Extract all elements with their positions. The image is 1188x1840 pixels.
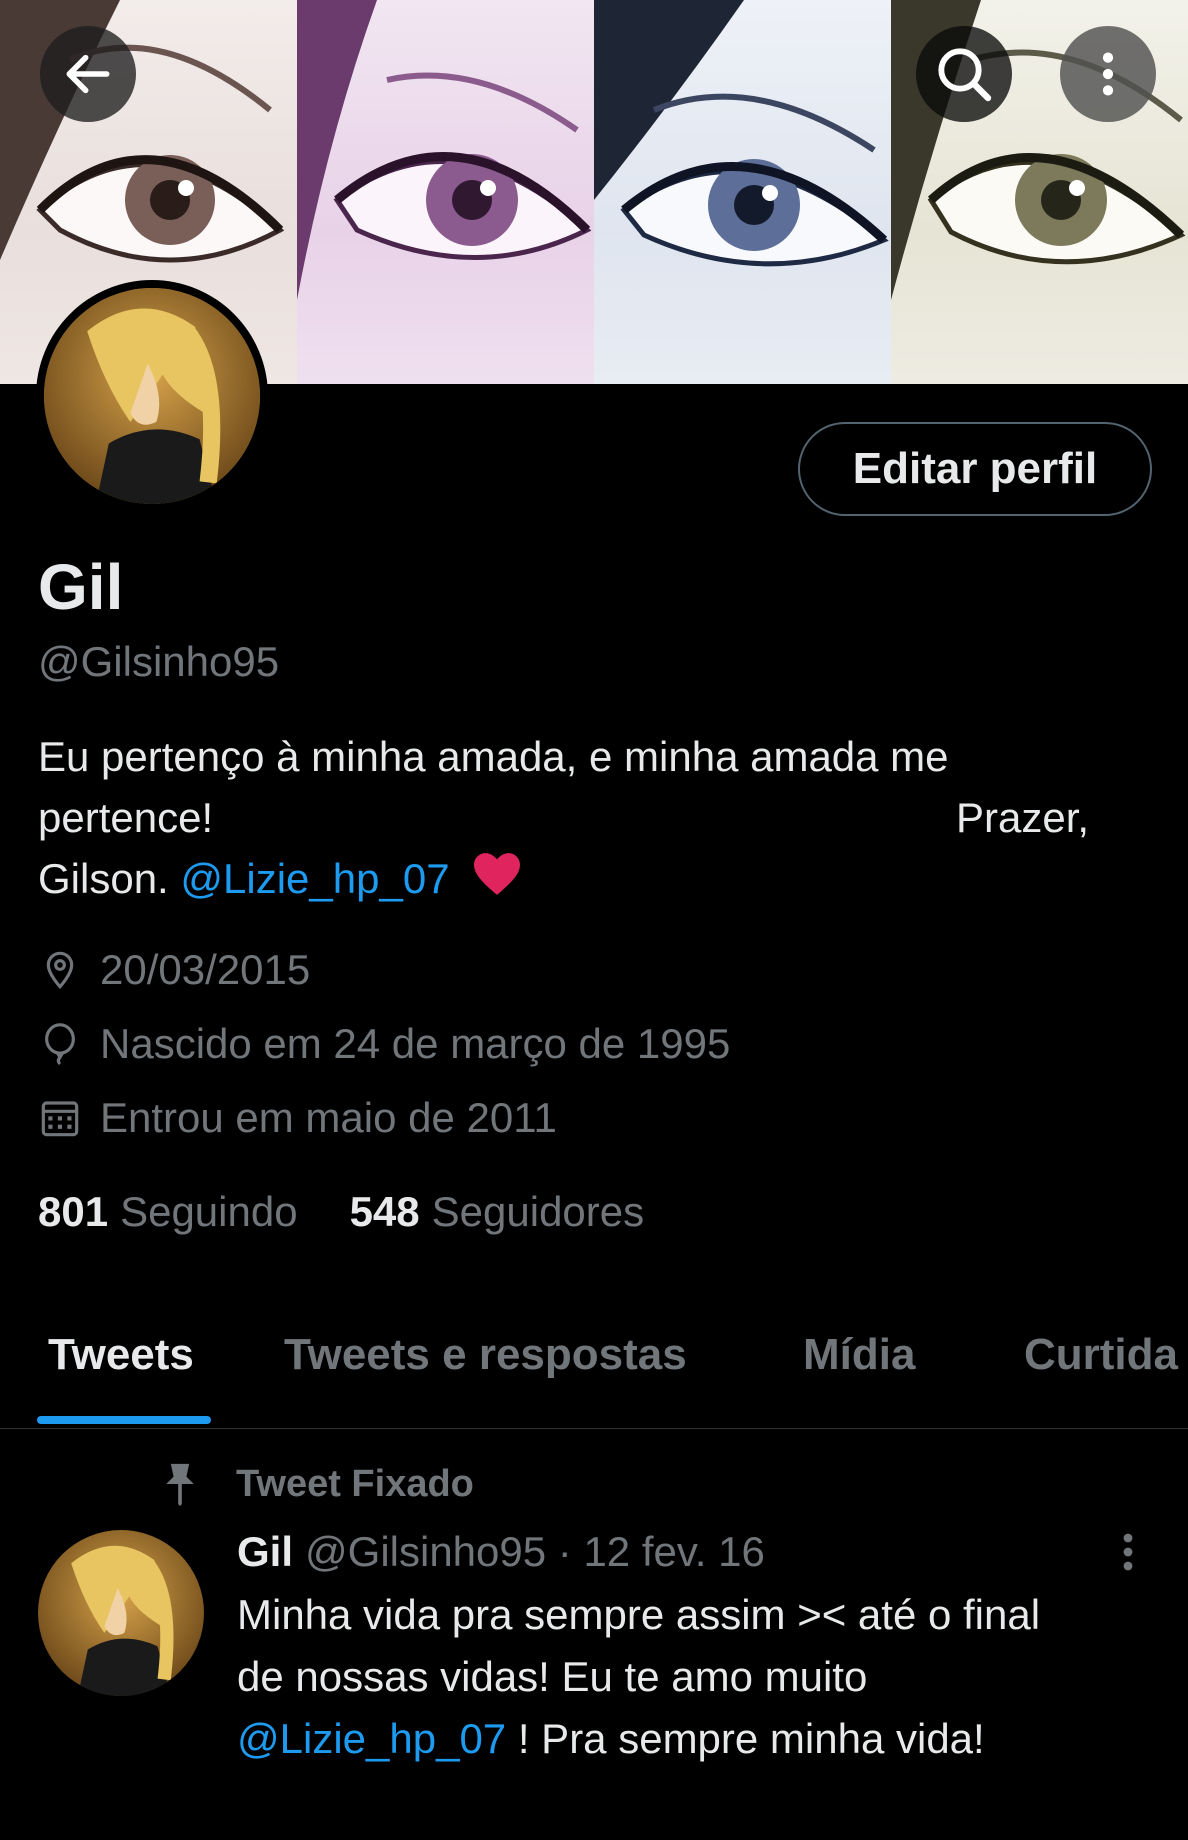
more-vertical-icon: [1102, 52, 1114, 96]
tweet-date[interactable]: 12 fev. 16: [583, 1528, 764, 1575]
tweet-more-button[interactable]: [1116, 1528, 1140, 1576]
tweet-mention-link[interactable]: @Lizie_hp_07: [237, 1715, 506, 1762]
profile-avatar[interactable]: [36, 280, 268, 512]
bio-text: Gilson.: [38, 855, 169, 902]
pinned-label-row: Tweet Fixado: [158, 1460, 474, 1508]
avatar-image: [44, 288, 260, 504]
arrow-left-icon: [66, 54, 110, 94]
following-link[interactable]: 801 Seguindo: [38, 1188, 298, 1236]
balloon-icon: [38, 1022, 82, 1066]
tweet-line-1: Minha vida pra sempre assim >< até o fin…: [237, 1591, 1041, 1638]
active-tab-indicator: [37, 1416, 211, 1424]
following-count: 801: [38, 1188, 109, 1235]
calendar-icon: [38, 1096, 82, 1140]
location-pin-icon: [38, 948, 82, 992]
heart-icon: [471, 851, 523, 913]
profile-tabs: Tweets Tweets e respostas Mídia Curtida: [0, 1300, 1188, 1429]
tweet-header: Gil @Gilsinho95 · 12 fev. 16: [237, 1528, 765, 1576]
tweet-line-3-text: ! Pra sempre minha vida!: [506, 1715, 985, 1762]
tweet-line-2: de nossas vidas! Eu te amo muito: [237, 1653, 868, 1700]
birthday-row: Nascido em 24 de março de 1995: [38, 1020, 730, 1068]
banner-panel-eye-blue: [594, 0, 891, 384]
birthday-text: Nascido em 24 de março de 1995: [100, 1020, 731, 1067]
back-button[interactable]: [40, 26, 136, 122]
followers-label: Seguidores: [431, 1188, 645, 1235]
search-button[interactable]: [916, 26, 1012, 122]
more-options-button[interactable]: [1060, 26, 1156, 122]
follow-stats: 801 Seguindo 548 Seguidores: [38, 1188, 644, 1236]
search-icon: [938, 48, 992, 102]
bio-line-2-right: Prazer,: [956, 794, 1090, 841]
tweet-body: Minha vida pra sempre assim >< até o fin…: [237, 1584, 1137, 1770]
pin-icon: [166, 1463, 194, 1506]
bio-mention-link[interactable]: @Lizie_hp_07: [180, 855, 449, 902]
bio-line-3: Gilson. @Lizie_hp_07: [38, 848, 1148, 913]
banner-panel-eye-purple: [297, 0, 594, 384]
profile-bio: Eu pertenço à minha amada, e minha amada…: [38, 726, 1148, 913]
profile-handle: @Gilsinho95: [38, 638, 280, 685]
more-vertical-icon: [1123, 1533, 1133, 1571]
joined-text: Entrou em maio de 2011: [100, 1094, 557, 1141]
tweet-avatar[interactable]: [38, 1530, 204, 1696]
location-text: 20/03/2015: [100, 946, 311, 993]
tweet-author-handle[interactable]: @Gilsinho95: [305, 1528, 546, 1575]
followers-count: 548: [349, 1188, 420, 1235]
tweet-avatar-image: [38, 1530, 204, 1696]
joined-row: Entrou em maio de 2011: [38, 1094, 557, 1142]
tab-media[interactable]: Mídia: [803, 1330, 915, 1380]
tab-tweets[interactable]: Tweets: [48, 1330, 194, 1380]
followers-link[interactable]: 548 Seguidores: [350, 1188, 645, 1236]
profile-name: Gil: [38, 551, 124, 623]
tweet-author-name[interactable]: Gil: [237, 1528, 293, 1575]
tab-likes[interactable]: Curtida: [1024, 1330, 1178, 1380]
following-label: Seguindo: [120, 1188, 298, 1235]
bio-line-1: Eu pertenço à minha amada, e minha amada…: [38, 733, 949, 780]
pinned-label: Tweet Fixado: [236, 1462, 474, 1505]
tweet-separator: ·: [557, 1528, 572, 1575]
edit-profile-button[interactable]: Editar perfil: [798, 422, 1152, 516]
tab-tweets-and-replies[interactable]: Tweets e respostas: [284, 1330, 687, 1380]
tweet-line-3: @Lizie_hp_07 ! Pra sempre minha vida!: [237, 1708, 1137, 1770]
location-row: 20/03/2015: [38, 946, 310, 994]
